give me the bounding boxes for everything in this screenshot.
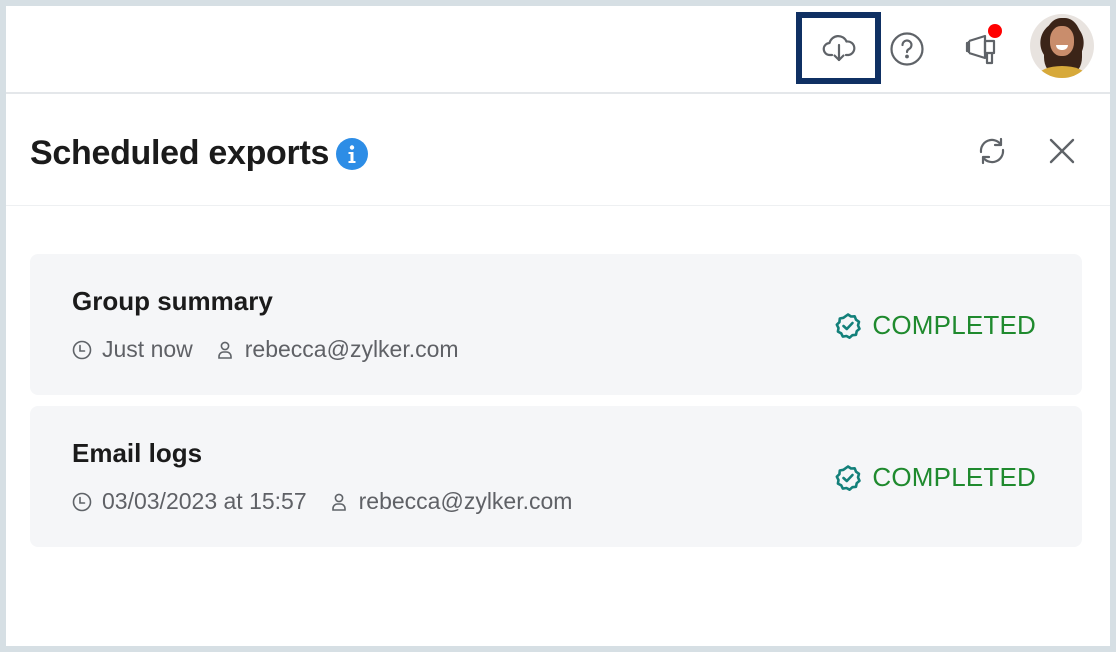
export-time: Just now [102, 336, 193, 362]
refresh-button[interactable] [975, 134, 1009, 168]
export-meta: Just now rebecca@zylker.com [72, 336, 459, 363]
notification-dot [988, 24, 1002, 38]
panel-header: Scheduled exports [6, 94, 1110, 206]
help-icon [890, 32, 924, 66]
status-text: COMPLETED [872, 310, 1036, 340]
exports-list: Group summary Just now rebecca@zylker.co… [30, 254, 1082, 558]
export-user: rebecca@zylker.com [244, 336, 459, 362]
help-button[interactable] [886, 28, 928, 70]
clock-icon [72, 492, 92, 512]
page-title: Scheduled exports [30, 134, 330, 172]
export-item[interactable]: Group summary Just now rebecca@zylker.co… [30, 254, 1082, 395]
status-badge: COMPLETED [834, 462, 1036, 493]
badge-check-icon [834, 464, 862, 492]
status-text: COMPLETED [872, 462, 1036, 492]
export-user: rebecca@zylker.com [358, 488, 573, 514]
announcements-button[interactable] [956, 22, 1006, 74]
app-window: Scheduled exports Group summary Just now… [6, 6, 1110, 646]
user-icon [329, 492, 349, 512]
user-icon [215, 340, 235, 360]
badge-check-icon [834, 312, 862, 340]
export-meta: 03/03/2023 at 15:57 rebecca@zylker.com [72, 488, 572, 515]
refresh-icon [979, 137, 1005, 165]
export-title: Email logs [72, 438, 203, 468]
close-icon [1049, 138, 1075, 164]
export-item[interactable]: Email logs 03/03/2023 at 15:57 rebecca@z… [30, 406, 1082, 547]
top-bar [6, 6, 1110, 94]
export-title: Group summary [72, 286, 273, 316]
status-badge: COMPLETED [834, 310, 1036, 341]
export-time: 03/03/2023 at 15:57 [102, 488, 307, 514]
downloads-button[interactable] [796, 12, 881, 84]
cloud-download-icon [822, 35, 855, 62]
avatar[interactable] [1030, 14, 1094, 78]
close-button[interactable] [1045, 134, 1079, 168]
info-icon[interactable] [336, 138, 368, 170]
clock-icon [72, 340, 92, 360]
